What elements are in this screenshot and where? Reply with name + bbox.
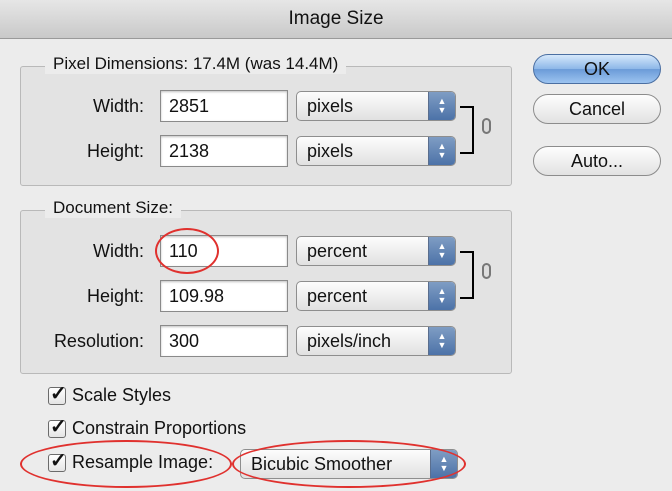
resolution-unit-label: pixels/inch bbox=[307, 331, 392, 351]
doc-height-label: Height: bbox=[86, 286, 144, 306]
pixel-width-unit-label: pixels bbox=[307, 96, 354, 116]
select-arrows-icon: ▲ ▼ bbox=[428, 282, 455, 310]
select-arrows-icon: ▲ ▼ bbox=[428, 92, 455, 120]
doc-width-label: Width: bbox=[92, 241, 144, 261]
doc-link-bracket bbox=[460, 251, 474, 299]
auto-button[interactable]: Auto... bbox=[533, 146, 661, 176]
doc-height-field[interactable]: 109.98 bbox=[160, 280, 288, 312]
select-arrows-icon: ▲ ▼ bbox=[430, 450, 457, 478]
pixel-link-bracket bbox=[460, 106, 474, 154]
resample-method-label: Bicubic Smoother bbox=[251, 454, 393, 474]
document-size-legend: Document Size: bbox=[45, 198, 181, 218]
pixel-height-label: Height: bbox=[86, 141, 144, 161]
doc-width-unit-select[interactable]: percent ▲ ▼ bbox=[296, 236, 456, 266]
ok-button[interactable]: OK bbox=[533, 54, 661, 84]
doc-height-unit-label: percent bbox=[307, 286, 368, 306]
resample-method-select[interactable]: Bicubic Smoother ▲ ▼ bbox=[240, 449, 458, 479]
resample-image-checkbox[interactable]: ✓ bbox=[48, 450, 67, 472]
select-arrows-icon: ▲ ▼ bbox=[428, 327, 455, 355]
resample-image-label: Resample Image: bbox=[72, 452, 214, 472]
cancel-button[interactable]: Cancel bbox=[533, 94, 661, 124]
pixel-height-unit-select[interactable]: pixels ▲ ▼ bbox=[296, 136, 456, 166]
pixel-dimensions-group: Pixel Dimensions: 17.4M (was 14.4M) bbox=[20, 54, 512, 186]
scale-styles-checkbox[interactable]: ✓ bbox=[48, 383, 67, 405]
pixel-height-unit-label: pixels bbox=[307, 141, 354, 161]
pixel-width-field[interactable]: 2851 bbox=[160, 90, 288, 122]
resolution-label: Resolution: bbox=[53, 331, 144, 351]
checkmark-icon: ✓ bbox=[50, 450, 67, 472]
doc-height-unit-select[interactable]: percent ▲ ▼ bbox=[296, 281, 456, 311]
scale-styles-label: Scale Styles bbox=[72, 385, 172, 405]
resolution-unit-select[interactable]: pixels/inch ▲ ▼ bbox=[296, 326, 456, 356]
constrain-proportions-label: Constrain Proportions bbox=[72, 418, 247, 438]
window-title: Image Size bbox=[288, 8, 384, 29]
checkmark-icon: ✓ bbox=[50, 416, 67, 438]
constrain-proportions-checkbox[interactable]: ✓ bbox=[48, 416, 67, 438]
pixel-width-unit-select[interactable]: pixels ▲ ▼ bbox=[296, 91, 456, 121]
pixel-dimensions-legend: Pixel Dimensions: 17.4M (was 14.4M) bbox=[45, 54, 347, 74]
window-titlebar: Image Size bbox=[0, 0, 672, 39]
doc-width-field[interactable]: 110 bbox=[160, 235, 288, 267]
pixel-height-field[interactable]: 2138 bbox=[160, 135, 288, 167]
select-arrows-icon: ▲ ▼ bbox=[428, 137, 455, 165]
doc-width-unit-label: percent bbox=[307, 241, 368, 261]
select-arrows-icon: ▲ ▼ bbox=[428, 237, 455, 265]
chain-link-icon bbox=[482, 118, 491, 134]
resolution-field[interactable]: 300 bbox=[160, 325, 288, 357]
checkmark-icon: ✓ bbox=[50, 383, 67, 405]
pixel-width-label: Width: bbox=[92, 96, 144, 116]
chain-link-icon bbox=[482, 263, 491, 279]
